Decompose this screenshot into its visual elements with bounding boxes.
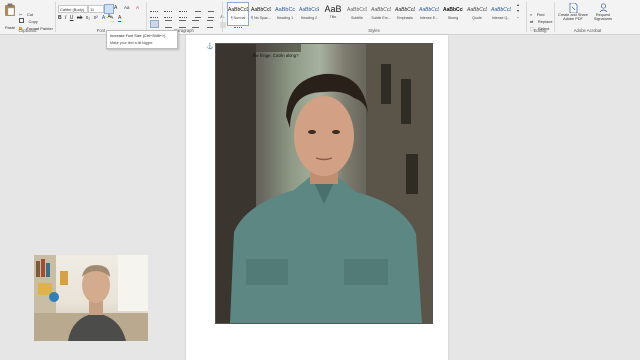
style-subtitle[interactable]: AaBbCcD Subtitle: [347, 3, 367, 24]
style-name: Emphasis: [397, 16, 413, 20]
webcam-overlay: [34, 255, 148, 341]
styles-group: AaBbCcDc ¶ Normal AaBbCcDc ¶ No Spac... …: [224, 0, 524, 34]
chevron-up-icon: ▲: [516, 3, 520, 7]
styles-label: Styles: [368, 28, 380, 33]
align-center-button[interactable]: [165, 20, 173, 28]
image-caption: the fringe. Coolin along?: [253, 53, 299, 58]
style-name: ¶ Normal: [230, 16, 246, 20]
pdf-icon: [569, 3, 577, 13]
style-subtle-emphasis[interactable]: AaBbCcDc Subtle Em...: [371, 3, 391, 24]
acrobat-group: Create and Share Adobe PDF Request Signa…: [555, 0, 640, 34]
style-heading-2[interactable]: AaBbCcE Heading 2: [299, 3, 319, 24]
decrease-font-size-button[interactable]: A: [114, 5, 117, 11]
style-sample: AaBbCcD: [347, 7, 367, 13]
paragraph-group: A↓ ¶ Paragraph: [147, 0, 242, 34]
portrait-photo[interactable]: the fringe. Coolin along?: [215, 43, 433, 324]
request-signatures-button[interactable]: Request Signatures: [589, 3, 617, 22]
style-name: Subtitle: [351, 16, 363, 20]
text-effects-button[interactable]: A: [102, 15, 105, 21]
create-share-label: Create and Share Adobe PDF: [558, 13, 588, 22]
style-name: Heading 2: [300, 16, 318, 20]
style-quote[interactable]: AaBbCcDc Quote: [467, 3, 487, 24]
style-name: Subtle Em...: [371, 16, 391, 20]
font-family-select[interactable]: Calibri (Body): [58, 5, 88, 13]
style-name: Quote: [472, 16, 482, 20]
clear-formatting-icon: A: [136, 5, 140, 10]
clipboard-label: Clipboard: [18, 28, 37, 33]
request-signatures-label: Request Signatures: [593, 13, 613, 22]
change-case-icon: Aa: [124, 5, 130, 10]
chevron-down-icon: ▼: [516, 9, 520, 13]
style-name: Strong: [447, 16, 459, 20]
style-sample: AaBbCcDc: [371, 7, 391, 13]
signature-icon: [599, 3, 607, 13]
increase-font-size-button[interactable]: A: [104, 4, 114, 20]
clipboard-group: Paste ✂ Cut Copy Format Painter Clipboar…: [0, 0, 55, 34]
paste-button[interactable]: Paste: [3, 3, 17, 30]
bold-button[interactable]: B: [58, 15, 62, 21]
subscript-button[interactable]: x₂: [86, 15, 90, 21]
style-title[interactable]: AaB Title: [323, 3, 343, 24]
style-name: ¶ No Spac...: [251, 16, 271, 20]
create-share-pdf-button[interactable]: Create and Share Adobe PDF: [557, 3, 589, 22]
tooltip-description: Make your text a bit bigger.: [110, 41, 154, 45]
image-caption-overlay: the fringe. Coolin along?: [250, 44, 302, 58]
style-sample: AaBbCcDc: [491, 7, 511, 13]
editing-group: ⌕ Find ⇄ Replace ⬚ Select Editing: [527, 0, 553, 34]
font-size-select[interactable]: 11: [88, 5, 104, 13]
highlight-button[interactable]: ✎: [109, 15, 114, 22]
style-no-spacing[interactable]: AaBbCcDc ¶ No Spac...: [251, 3, 271, 24]
font-size-value: 11: [90, 6, 95, 12]
style-name: Intense E...: [419, 16, 439, 20]
superscript-button[interactable]: x²: [94, 15, 98, 21]
ribbon: Paste ✂ Cut Copy Format Painter Clipboar…: [0, 0, 640, 35]
line-spacing-button[interactable]: [206, 20, 213, 28]
style-intense-quote[interactable]: AaBbCcDc Intense Q...: [491, 3, 511, 24]
italic-button[interactable]: I: [65, 15, 66, 21]
style-sample: AaBbCcDc: [251, 7, 271, 13]
clear-formatting-button[interactable]: A: [136, 5, 139, 10]
style-sample: AaBbCc: [275, 7, 295, 13]
change-case-button[interactable]: Aa: [124, 5, 130, 10]
style-sample: AaBbCcDc: [419, 7, 439, 13]
style-heading-1[interactable]: AaBbCc Heading 1: [275, 3, 295, 24]
style-sample: AaBbCcDc: [228, 7, 248, 13]
style-sample: AaBbCcDc: [395, 7, 415, 13]
style-normal[interactable]: AaBbCcDc ¶ Normal: [227, 2, 249, 26]
strikethrough-button[interactable]: ab: [77, 15, 83, 21]
format-painter-button[interactable]: Format Painter: [19, 17, 53, 31]
justify-button[interactable]: [192, 20, 200, 28]
more-styles-icon: ⌄: [516, 15, 520, 19]
style-sample: AaB: [324, 4, 342, 14]
editing-label: Editing: [533, 28, 547, 33]
style-sample: AaBbCcDc: [467, 7, 487, 13]
font-group: Calibri (Body) 11 A A Aa A B I U ab x₂ x…: [56, 0, 146, 34]
style-name: Title: [329, 15, 337, 19]
style-name: Intense Q...: [491, 16, 511, 20]
style-sample: AaBbCcDc: [443, 7, 463, 13]
divider: [222, 2, 223, 32]
tooltip-title: Increase Font Size (Ctrl+Shift+>): [110, 34, 166, 38]
cut-button[interactable]: ✂ Cut: [19, 3, 33, 17]
underline-button[interactable]: U: [70, 15, 74, 21]
portrait-illustration: [216, 44, 432, 323]
anchor-icon: ⚓: [206, 44, 214, 50]
acrobat-label: Adobe Acrobat: [573, 28, 602, 33]
webcam-illustration: [34, 255, 148, 341]
copy-button[interactable]: Copy: [19, 10, 38, 24]
style-name: Heading 1: [276, 16, 294, 20]
align-right-button[interactable]: [178, 20, 186, 28]
style-emphasis[interactable]: AaBbCcDc Emphasis: [395, 3, 415, 24]
styles-scroll[interactable]: ▲ ▼ ⌄: [515, 3, 521, 25]
tooltip: Increase Font Size (Ctrl+Shift+>) Make y…: [106, 30, 178, 49]
decrease-font-icon: A: [114, 5, 118, 11]
font-color-button[interactable]: A: [117, 15, 122, 22]
style-sample: AaBbCcE: [299, 7, 319, 13]
style-intense-emphasis[interactable]: AaBbCcDc Intense E...: [419, 3, 439, 24]
font-family-value: Calibri (Body): [60, 6, 85, 12]
align-left-button[interactable]: [150, 20, 159, 28]
style-strong[interactable]: AaBbCcDc Strong: [443, 3, 463, 24]
paste-icon: [5, 3, 15, 16]
